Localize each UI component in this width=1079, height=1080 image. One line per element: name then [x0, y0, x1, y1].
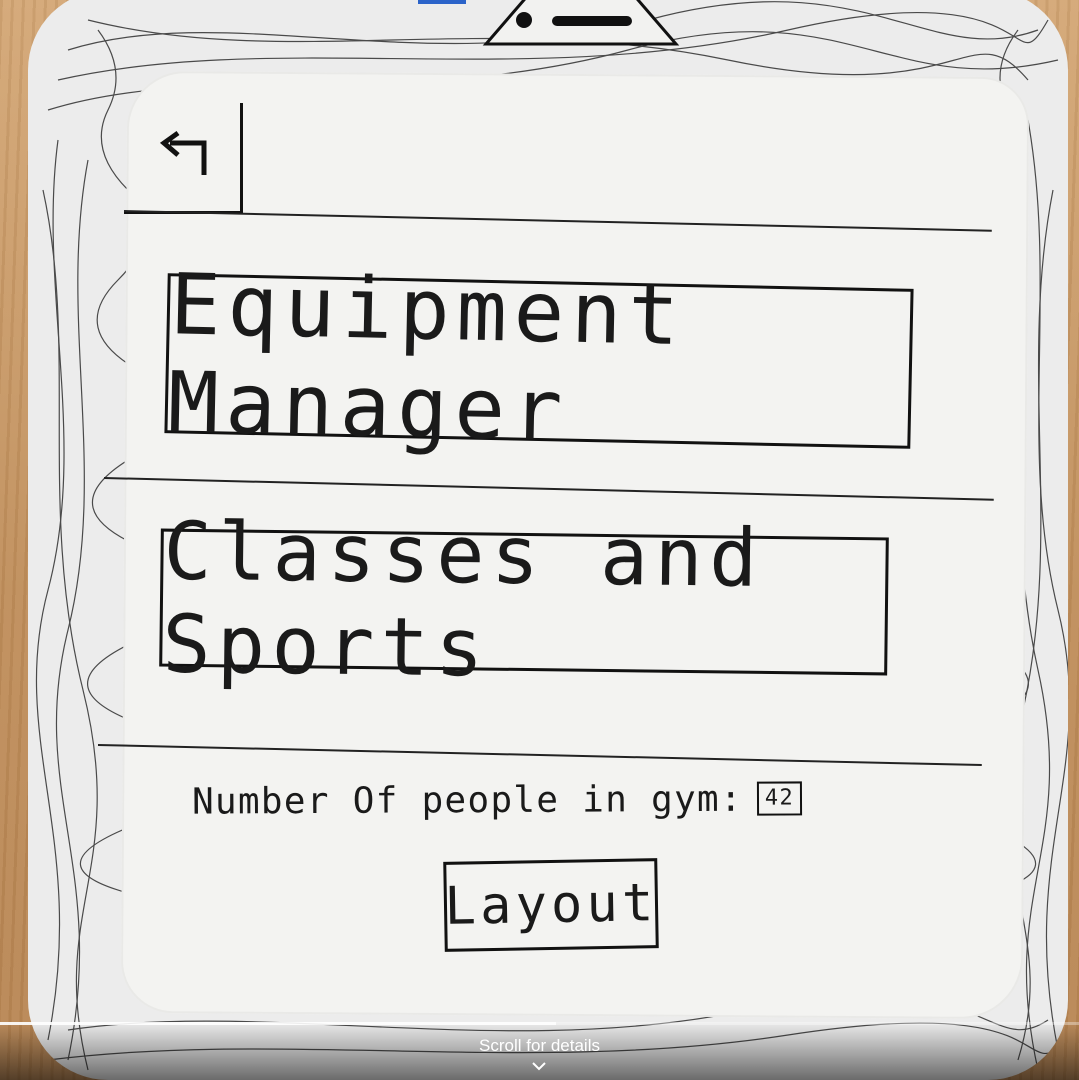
gym-occupancy-label: Number Of people in gym: — [191, 778, 744, 823]
back-button[interactable] — [124, 103, 243, 214]
back-arrow-icon — [159, 130, 207, 175]
phone-notch — [482, 0, 680, 46]
top-accent-bar — [418, 0, 466, 4]
equipment-manager-label: Equipment Manager — [167, 255, 687, 460]
layout-button[interactable]: Layout — [443, 858, 659, 952]
video-progress-fill — [0, 1022, 556, 1025]
equipment-manager-button[interactable]: Equipment Manager — [164, 255, 914, 460]
classes-and-sports-button[interactable]: Classes and Sports — [159, 505, 889, 695]
scroll-hint-text: Scroll for details — [479, 1036, 600, 1055]
layout-label: Layout — [444, 873, 658, 937]
video-overlay[interactable]: Scroll for details — [0, 1022, 1079, 1080]
classes-and-sports-label: Classes and Sports — [161, 504, 765, 695]
gym-occupancy-count: 42 — [756, 781, 803, 816]
gym-occupancy: Number Of people in gym: 42 — [192, 770, 812, 829]
chevron-down-icon — [532, 1062, 546, 1071]
video-progress-track[interactable] — [0, 1022, 1079, 1025]
